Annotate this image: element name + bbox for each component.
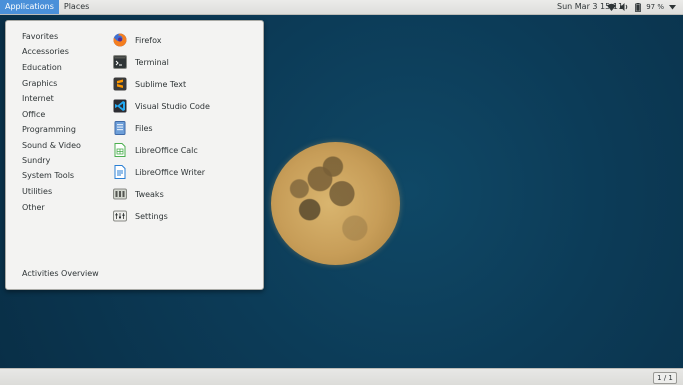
- category-utilities[interactable]: Utilities: [22, 187, 52, 196]
- app-label: Settings: [135, 211, 168, 221]
- category-office[interactable]: Office: [22, 110, 45, 119]
- app-label: Firefox: [135, 35, 162, 45]
- category-system-tools[interactable]: System Tools: [22, 171, 74, 180]
- settings-icon: [113, 209, 127, 223]
- category-accessories[interactable]: Accessories: [22, 47, 69, 56]
- category-education[interactable]: Education: [22, 63, 62, 72]
- terminal-icon: [113, 55, 127, 69]
- app-label: Visual Studio Code: [135, 101, 210, 111]
- app-visual-studio-code[interactable]: Visual Studio Code: [113, 98, 210, 114]
- chevron-down-icon: [668, 3, 677, 12]
- app-settings[interactable]: Settings: [113, 208, 168, 224]
- applications-menu: Favorites Accessories Education Graphics…: [5, 20, 264, 290]
- libreoffice-calc-icon: [113, 143, 127, 157]
- category-other[interactable]: Other: [22, 203, 45, 212]
- tweaks-icon: [113, 187, 127, 201]
- app-label: Terminal: [135, 57, 169, 67]
- system-tray[interactable]: 97 %: [607, 0, 677, 14]
- places-menu-button[interactable]: Places: [59, 0, 94, 14]
- vscode-icon: [113, 99, 127, 113]
- category-programming[interactable]: Programming: [22, 125, 76, 134]
- activities-overview-button[interactable]: Activities Overview: [22, 269, 99, 278]
- battery-percent: 97 %: [646, 3, 664, 11]
- app-files[interactable]: Files: [113, 120, 153, 136]
- app-firefox[interactable]: Firefox: [113, 32, 161, 48]
- volume-icon: [620, 3, 629, 12]
- app-terminal[interactable]: Terminal: [113, 54, 169, 70]
- app-libreoffice-calc[interactable]: LibreOffice Calc: [113, 142, 198, 158]
- app-sublime-text[interactable]: Sublime Text: [113, 76, 186, 92]
- app-label: Tweaks: [135, 189, 164, 199]
- category-sound-video[interactable]: Sound & Video: [22, 141, 81, 150]
- libreoffice-writer-icon: [113, 165, 127, 179]
- app-label: Files: [135, 123, 153, 133]
- category-internet[interactable]: Internet: [22, 94, 54, 103]
- app-libreoffice-writer[interactable]: LibreOffice Writer: [113, 164, 205, 180]
- applications-menu-button[interactable]: Applications: [0, 0, 59, 14]
- app-label: Sublime Text: [135, 79, 187, 89]
- moon-wallpaper-image: [271, 142, 400, 265]
- app-label: LibreOffice Writer: [135, 167, 206, 177]
- firefox-icon: [113, 33, 127, 47]
- wifi-icon: [607, 3, 617, 12]
- files-icon: [113, 121, 127, 135]
- category-graphics[interactable]: Graphics: [22, 79, 57, 88]
- top-bar: Applications Places Sun Mar 3 15:11 97 %: [0, 0, 683, 15]
- sublime-text-icon: [113, 77, 127, 91]
- workspace-indicator[interactable]: 1 / 1: [653, 372, 677, 384]
- category-favorites[interactable]: Favorites: [22, 32, 58, 41]
- bottom-bar: 1 / 1: [0, 368, 683, 385]
- app-label: LibreOffice Calc: [135, 145, 198, 155]
- category-sundry[interactable]: Sundry: [22, 156, 50, 165]
- app-tweaks[interactable]: Tweaks: [113, 186, 164, 202]
- battery-icon: [633, 2, 642, 12]
